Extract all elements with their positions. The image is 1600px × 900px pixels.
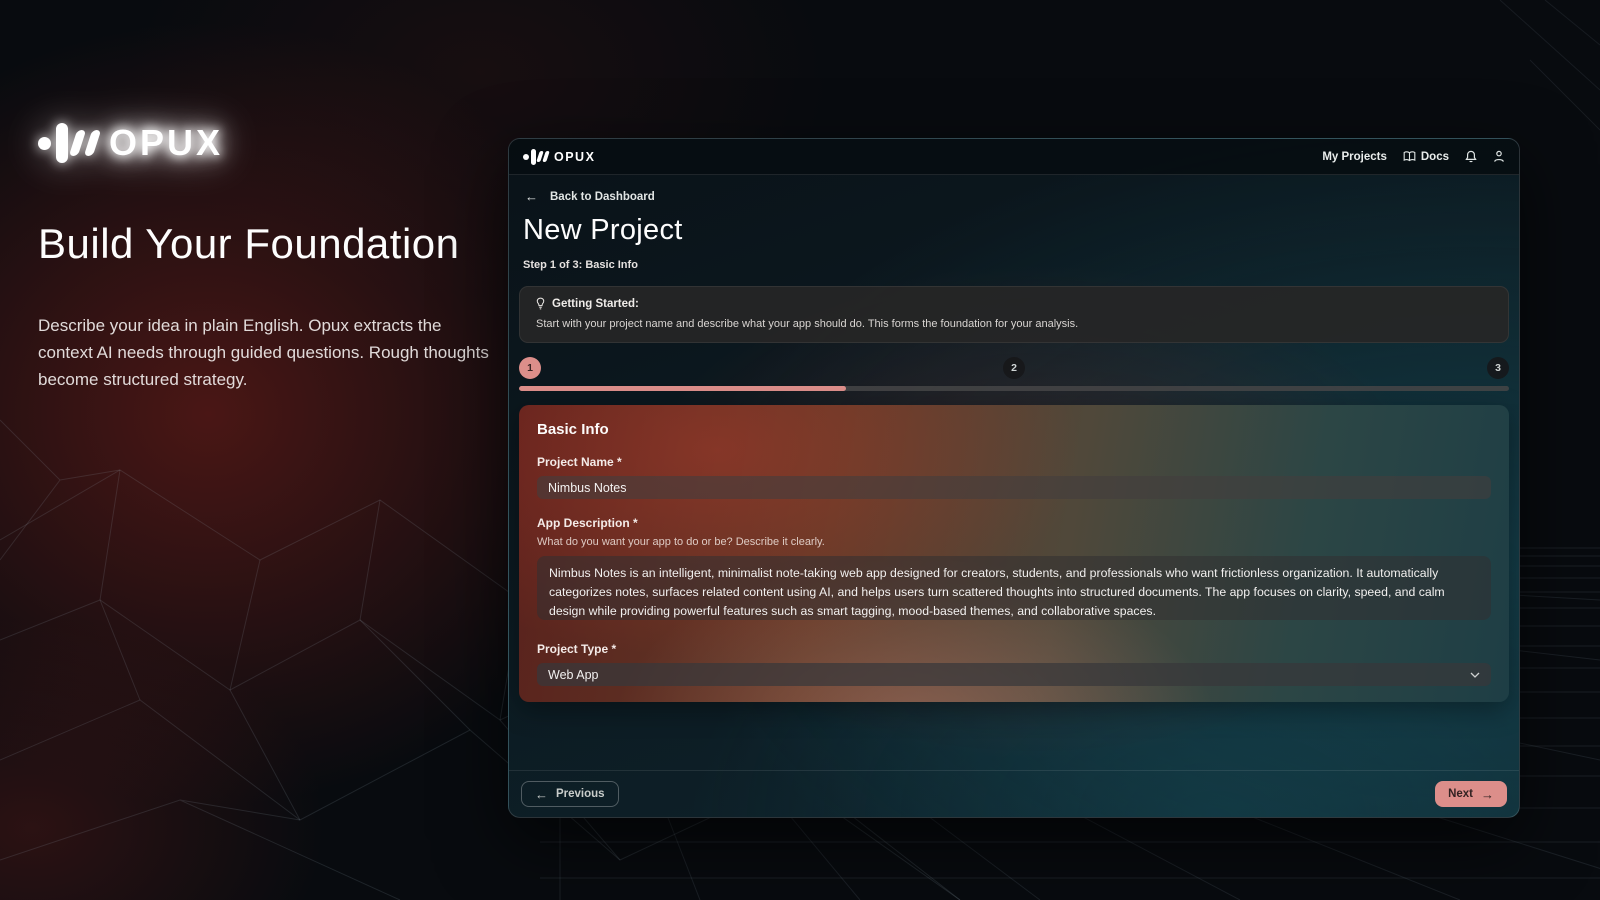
back-link-label: Back to Dashboard [550,191,655,203]
user-icon[interactable] [1493,150,1505,163]
nav-link-docs[interactable]: Docs [1403,151,1449,163]
hero-panel: OPUX Build Your Foundation Describe your… [38,122,498,394]
tip-title-row: Getting Started: [536,297,1492,310]
navbar-brand-icon [523,149,548,165]
project-name-label: Project Name * [537,455,1491,469]
navbar-brand[interactable]: OPUX [523,149,595,165]
next-button[interactable]: Next → [1435,781,1507,807]
app-description-textarea[interactable]: Nimbus Notes is an intelligent, minimali… [537,556,1491,620]
nav-link-my-projects[interactable]: My Projects [1322,151,1387,163]
basic-info-card: Basic Info Project Name * App Descriptio… [519,405,1509,702]
getting-started-tip: Getting Started: Start with your project… [519,286,1509,343]
card-heading: Basic Info [537,421,1491,438]
progress-fill [519,386,846,391]
app-description-label: App Description * [537,516,1491,530]
app-description-helper: What do you want your app to do or be? D… [537,536,1491,548]
project-type-select[interactable]: Web App [537,663,1491,686]
back-to-dashboard-link[interactable]: ← Back to Dashboard [519,189,1509,204]
hero-description: Describe your idea in plain English. Opu… [38,312,498,394]
page-title: New Project [519,214,1509,247]
project-type-value: Web App [548,668,599,682]
project-name-input[interactable] [537,476,1491,499]
book-icon [1403,151,1416,162]
progress-track [519,386,1509,391]
step-circle-1[interactable]: 1 [519,357,541,379]
navbar-right: My Projects Docs [1322,150,1505,163]
step-circle-2[interactable]: 2 [1003,357,1025,379]
step-circle-3[interactable]: 3 [1487,357,1509,379]
arrow-right-icon: → [1481,787,1494,802]
brand-logo-icon [38,123,97,163]
lightbulb-icon [536,297,545,310]
step-progress-label: Step 1 of 3: Basic Info [519,259,1509,271]
project-type-label: Project Type * [537,642,1491,656]
tip-title: Getting Started: [552,298,639,310]
previous-button[interactable]: ← Previous [521,781,619,807]
brand-logo-text: OPUX [109,122,223,164]
app-window: OPUX My Projects Docs [508,138,1520,818]
navbar-brand-text: OPUX [554,150,595,164]
hero-title: Build Your Foundation [38,220,498,268]
app-navbar: OPUX My Projects Docs [509,139,1519,175]
tip-body: Start with your project name and describ… [536,318,1492,330]
step-indicator: 1 2 3 [519,357,1509,391]
window-main: ← Back to Dashboard New Project Step 1 o… [509,175,1519,770]
arrow-left-icon: ← [535,787,548,802]
chevron-down-icon [1470,672,1480,678]
wizard-footer: ← Previous Next → [509,770,1519,817]
back-arrow-icon: ← [525,189,538,204]
bell-icon[interactable] [1465,150,1477,163]
brand-logo: OPUX [38,122,498,164]
